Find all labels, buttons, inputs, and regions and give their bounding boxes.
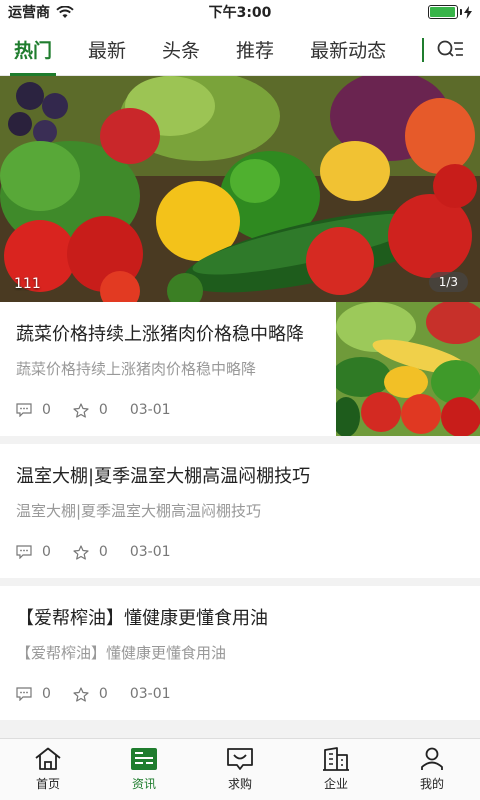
news-meta: 0 0 03-01 (16, 686, 171, 702)
nav-label-home: 首页 (35, 777, 60, 791)
purchase-icon (227, 748, 253, 770)
banner-pager: 1/3 (428, 272, 468, 292)
tab-divider (422, 37, 425, 62)
category-tabs: 热门 最新 头条 推荐 最新动态 (0, 24, 480, 76)
news-body: 【爱帮榨油】懂健康更懂食用油 【爱帮榨油】懂健康更懂食用油 0 0 03-01 (0, 586, 480, 720)
status-left: 运营商 (8, 2, 74, 22)
news-list: 蔬菜价格持续上涨猪肉价格稳中略降 蔬菜价格持续上涨猪肉价格稳中略降 0 0 03… (0, 302, 480, 720)
tab-hot[interactable]: 热门 (9, 24, 57, 76)
status-time: 下午3:00 (208, 5, 272, 21)
news-date: 03-01 (129, 544, 171, 560)
news-summary: 温室大棚|夏季温室大棚高温闷棚技巧 (16, 502, 262, 520)
news-thumbnail (336, 302, 480, 436)
like-count: 0 (98, 686, 108, 702)
nav-label-profile: 我的 (419, 777, 444, 791)
news-item[interactable]: 温室大棚|夏季温室大棚高温闷棚技巧 温室大棚|夏季温室大棚高温闷棚技巧 0 0 … (0, 444, 480, 578)
news-summary: 蔬菜价格持续上涨猪肉价格稳中略降 (16, 360, 257, 378)
bottom-nav: 首页 资讯 求购 企业 我的 (0, 738, 480, 800)
star-icon (73, 686, 89, 702)
news-date: 03-01 (129, 402, 171, 418)
like-count: 0 (98, 402, 108, 418)
search-menu-icon[interactable] (436, 38, 464, 62)
tab-headlines[interactable]: 头条 (162, 24, 200, 76)
nav-item-purchase[interactable]: 求购 (192, 739, 288, 800)
profile-icon (421, 747, 443, 770)
news-icon (131, 748, 157, 770)
news-date: 03-01 (129, 686, 171, 702)
nav-label-company: 企业 (323, 777, 348, 791)
news-meta: 0 0 03-01 (16, 544, 171, 560)
news-summary: 【爱帮榨油】懂健康更懂食用油 (16, 644, 227, 662)
comment-icon (16, 687, 32, 701)
tab-recommended[interactable]: 推荐 (236, 24, 274, 76)
news-title: 温室大棚|夏季温室大棚高温闷棚技巧 (16, 466, 311, 487)
tab-latest-updates[interactable]: 最新动态 (310, 24, 386, 76)
comment-count-group[interactable]: 0 (16, 686, 51, 702)
comment-icon (16, 403, 32, 417)
like-count-group[interactable]: 0 (73, 544, 108, 560)
comment-count-group[interactable]: 0 (16, 544, 51, 560)
news-meta: 0 0 03-01 (16, 402, 171, 418)
nav-label-news: 资讯 (131, 777, 156, 791)
star-icon (73, 402, 89, 418)
nav-label-purchase: 求购 (227, 777, 252, 791)
nav-item-company[interactable]: 企业 (288, 739, 384, 800)
battery-icon (428, 5, 472, 19)
news-title: 【爱帮榨油】懂健康更懂食用油 (16, 608, 268, 629)
nav-item-profile[interactable]: 我的 (384, 739, 480, 800)
carrier-label: 运营商 (8, 5, 50, 21)
news-item[interactable]: 蔬菜价格持续上涨猪肉价格稳中略降 蔬菜价格持续上涨猪肉价格稳中略降 0 0 03… (0, 302, 480, 436)
news-item[interactable]: 【爱帮榨油】懂健康更懂食用油 【爱帮榨油】懂健康更懂食用油 0 0 03-01 (0, 586, 480, 720)
company-icon (323, 747, 349, 771)
tab-latest[interactable]: 最新 (88, 24, 126, 76)
news-body: 温室大棚|夏季温室大棚高温闷棚技巧 温室大棚|夏季温室大棚高温闷棚技巧 0 0 … (0, 444, 480, 578)
battery-fill (430, 7, 455, 17)
comment-count: 0 (42, 544, 51, 560)
like-count-group[interactable]: 0 (73, 686, 108, 702)
vegetables-thumbnail-image (336, 302, 480, 436)
vegetables-banner-image (0, 76, 480, 302)
like-count-group[interactable]: 0 (73, 402, 108, 418)
banner-carousel[interactable]: 111 1/3 (0, 76, 480, 302)
status-bar: 运营商 下午3:00 (0, 0, 480, 24)
nav-item-news[interactable]: 资讯 (96, 739, 192, 800)
home-icon (35, 747, 61, 770)
wifi-icon (56, 5, 74, 18)
comment-icon (16, 545, 32, 559)
star-icon (73, 544, 89, 560)
like-count: 0 (98, 544, 108, 560)
comment-count: 0 (42, 402, 51, 418)
banner-caption: 111 (14, 276, 41, 292)
comment-count: 0 (42, 686, 51, 702)
nav-item-home[interactable]: 首页 (0, 739, 96, 800)
news-title: 蔬菜价格持续上涨猪肉价格稳中略降 (16, 324, 304, 345)
news-body: 蔬菜价格持续上涨猪肉价格稳中略降 蔬菜价格持续上涨猪肉价格稳中略降 0 0 03… (0, 302, 336, 436)
comment-count-group[interactable]: 0 (16, 402, 51, 418)
charging-icon (464, 5, 472, 19)
